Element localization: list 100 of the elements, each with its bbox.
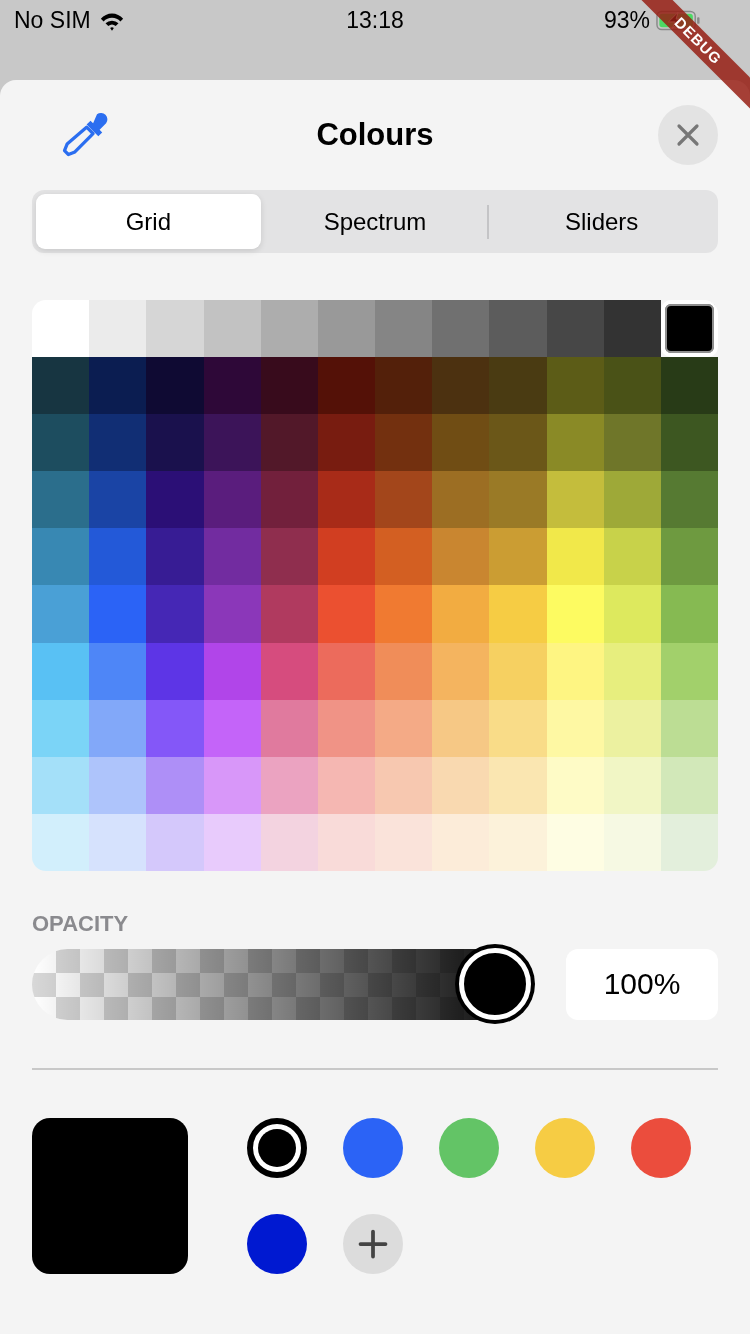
- colour-swatch[interactable]: [432, 642, 490, 700]
- colour-swatch[interactable]: [146, 414, 204, 472]
- colour-swatch[interactable]: [260, 756, 318, 814]
- colour-swatch[interactable]: [32, 300, 90, 358]
- colour-swatch[interactable]: [375, 699, 433, 757]
- colour-swatch[interactable]: [660, 585, 718, 643]
- colour-swatch[interactable]: [203, 585, 261, 643]
- colour-swatch[interactable]: [146, 471, 204, 529]
- colour-swatch[interactable]: [432, 585, 490, 643]
- colour-swatch[interactable]: [546, 642, 604, 700]
- colour-swatch[interactable]: [317, 300, 375, 358]
- colour-swatch[interactable]: [89, 813, 147, 871]
- colour-swatch[interactable]: [32, 357, 90, 415]
- colour-swatch[interactable]: [546, 813, 604, 871]
- colour-swatch[interactable]: [260, 300, 318, 358]
- colour-swatch[interactable]: [32, 585, 90, 643]
- slider-thumb[interactable]: [459, 947, 531, 1020]
- colour-swatch[interactable]: [546, 756, 604, 814]
- colour-swatch[interactable]: [432, 813, 490, 871]
- colour-swatch[interactable]: [489, 357, 547, 415]
- colour-swatch[interactable]: [260, 585, 318, 643]
- colour-swatch[interactable]: [546, 357, 604, 415]
- colour-swatch[interactable]: [546, 414, 604, 472]
- colour-swatch[interactable]: [32, 813, 90, 871]
- colour-swatch[interactable]: [260, 642, 318, 700]
- colour-swatch[interactable]: [546, 585, 604, 643]
- colour-swatch[interactable]: [546, 471, 604, 529]
- colour-swatch[interactable]: [546, 528, 604, 586]
- colour-swatch[interactable]: [375, 528, 433, 586]
- colour-swatch[interactable]: [89, 471, 147, 529]
- colour-swatch[interactable]: [603, 642, 661, 700]
- colour-swatch[interactable]: [32, 414, 90, 472]
- tab[interactable]: Grid: [36, 194, 261, 249]
- colour-swatch[interactable]: [546, 699, 604, 757]
- colour-swatch[interactable]: [203, 414, 261, 472]
- colour-swatch[interactable]: [89, 585, 147, 643]
- colour-swatch[interactable]: [432, 756, 490, 814]
- colour-swatch[interactable]: [32, 699, 90, 757]
- colour-swatch[interactable]: [317, 357, 375, 415]
- colour-swatch[interactable]: [32, 642, 90, 700]
- colour-swatch[interactable]: [32, 528, 90, 586]
- colour-swatch[interactable]: [489, 699, 547, 757]
- colour-swatch[interactable]: [375, 414, 433, 472]
- colour-swatch[interactable]: [660, 300, 718, 358]
- colour-swatch[interactable]: [489, 471, 547, 529]
- tab[interactable]: Sliders: [489, 194, 714, 249]
- opacity-slider[interactable]: [32, 948, 533, 1020]
- colour-swatch[interactable]: [375, 300, 433, 358]
- colour-swatch[interactable]: [260, 528, 318, 586]
- colour-swatch[interactable]: [203, 300, 261, 358]
- colour-swatch[interactable]: [260, 471, 318, 529]
- colour-swatch[interactable]: [146, 357, 204, 415]
- colour-swatch[interactable]: [489, 813, 547, 871]
- colour-swatch[interactable]: [317, 813, 375, 871]
- colour-swatch[interactable]: [546, 300, 604, 358]
- colour-swatch[interactable]: [603, 471, 661, 529]
- colour-swatch[interactable]: [89, 357, 147, 415]
- colour-swatch[interactable]: [489, 528, 547, 586]
- colour-swatch[interactable]: [203, 357, 261, 415]
- colour-swatch[interactable]: [375, 585, 433, 643]
- colour-swatch[interactable]: [375, 756, 433, 814]
- colour-swatch[interactable]: [660, 414, 718, 472]
- colour-swatch[interactable]: [260, 414, 318, 472]
- colour-swatch[interactable]: [489, 585, 547, 643]
- colour-swatch[interactable]: [375, 357, 433, 415]
- colour-swatch[interactable]: [432, 357, 490, 415]
- colour-swatch[interactable]: [660, 528, 718, 586]
- colour-swatch[interactable]: [660, 699, 718, 757]
- colour-swatch[interactable]: [317, 414, 375, 472]
- colour-swatch[interactable]: [203, 528, 261, 586]
- colour-swatch[interactable]: [603, 300, 661, 358]
- colour-swatch[interactable]: [89, 300, 147, 358]
- colour-swatch[interactable]: [317, 528, 375, 586]
- colour-swatch[interactable]: [603, 813, 661, 871]
- colour-swatch[interactable]: [603, 699, 661, 757]
- colour-swatch[interactable]: [89, 699, 147, 757]
- colour-swatch[interactable]: [432, 300, 490, 358]
- colour-swatch[interactable]: [603, 756, 661, 814]
- colour-swatch[interactable]: [603, 528, 661, 586]
- colour-swatch[interactable]: [660, 471, 718, 529]
- colour-swatch[interactable]: [203, 642, 261, 700]
- colour-swatch[interactable]: [660, 813, 718, 871]
- colour-swatch[interactable]: [489, 642, 547, 700]
- colour-swatch[interactable]: [260, 357, 318, 415]
- colour-swatch[interactable]: [603, 585, 661, 643]
- colour-swatch[interactable]: [89, 414, 147, 472]
- colour-swatch[interactable]: [89, 528, 147, 586]
- colour-swatch[interactable]: [432, 528, 490, 586]
- opacity-field[interactable]: 100%: [566, 948, 718, 1020]
- colour-swatch[interactable]: [146, 813, 204, 871]
- colour-swatch[interactable]: [660, 642, 718, 700]
- colour-swatch[interactable]: [489, 756, 547, 814]
- colour-swatch[interactable]: [32, 471, 90, 529]
- tab[interactable]: Spectrum: [262, 194, 488, 249]
- colour-swatch[interactable]: [317, 471, 375, 529]
- colour-swatch[interactable]: [32, 756, 90, 814]
- colour-swatch[interactable]: [317, 585, 375, 643]
- colour-swatch[interactable]: [317, 699, 375, 757]
- colour-swatch[interactable]: [660, 756, 718, 814]
- colour-swatch[interactable]: [146, 699, 204, 757]
